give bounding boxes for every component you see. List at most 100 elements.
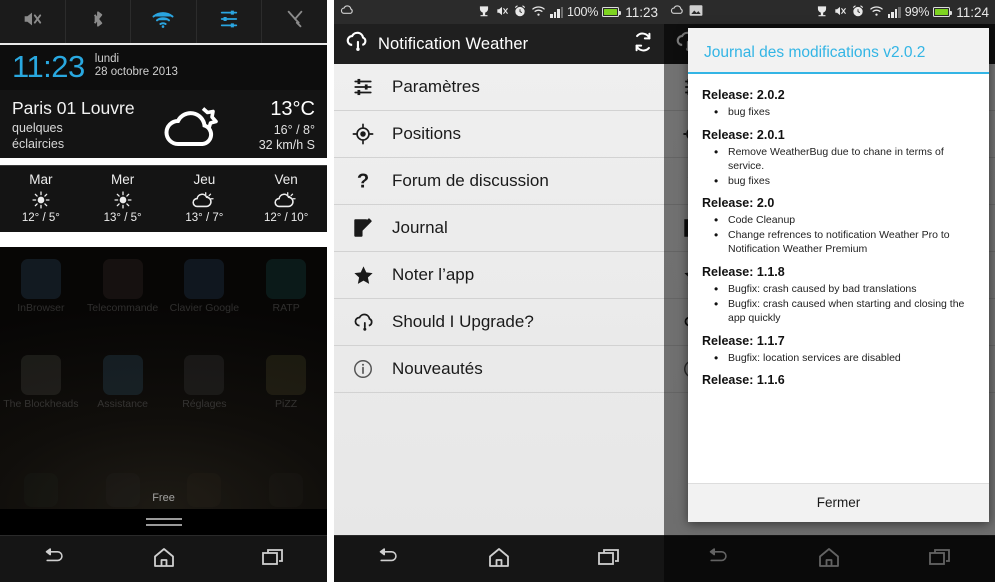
partly-cloudy-icon <box>159 98 231 150</box>
sun-icon <box>82 189 164 211</box>
release-heading: Release: 2.0 <box>702 196 775 211</box>
home-app-label: Réglages <box>182 398 227 410</box>
quick-toggle-wifi[interactable] <box>131 0 197 43</box>
recents-button[interactable] <box>218 547 327 572</box>
battery-icon <box>933 7 953 17</box>
app-glyph <box>102 259 143 299</box>
forecast-day: Mer 13° / 5° <box>82 172 164 224</box>
home-button[interactable] <box>444 546 554 573</box>
sound-mute-icon <box>495 4 509 21</box>
menu-item-label: Forum de discussion <box>392 171 549 190</box>
weather-wind: 32 km/h S <box>258 138 315 152</box>
forecast-day-name: Mar <box>29 172 53 188</box>
app-glyph <box>184 259 225 299</box>
cloud-drop-icon <box>350 311 376 334</box>
home-app-label: Clavier Google <box>169 302 240 314</box>
tools-icon <box>284 8 306 35</box>
release-items: Bugfix: location services are disabled <box>702 351 975 367</box>
wifi-icon <box>869 4 884 20</box>
location-target-icon <box>350 123 376 145</box>
forecast-day-name: Mer <box>111 172 135 188</box>
question-mark-icon: ? <box>350 170 376 192</box>
release-heading: Release: 1.1.7 <box>702 333 785 348</box>
navigation-bar <box>334 535 664 582</box>
back-button[interactable] <box>334 547 444 572</box>
forecast-day-temps: 13° / 7° <box>185 212 224 225</box>
status-clock: 11:23 <box>625 4 658 20</box>
status-system-icons: 100% 11:23 <box>477 4 658 21</box>
home-app-label: InBrowser <box>17 302 65 314</box>
drawer-handle-lines <box>145 518 182 526</box>
menu-item-label: Should I Upgrade? <box>392 312 534 331</box>
menu-item-forum[interactable]: ? Forum de discussion <box>334 158 664 205</box>
info-circle-icon <box>350 358 376 380</box>
forecast-day-temps: 13° / 5° <box>103 212 142 225</box>
alarm-clock-icon <box>513 4 527 21</box>
forecast-day-name: Jeu <box>193 172 216 188</box>
menu-item-rate-app[interactable]: Noter l’app <box>334 252 664 299</box>
home-app-icon[interactable]: Réglages <box>164 355 246 410</box>
home-app-icon[interactable]: The Blockheads <box>0 355 82 410</box>
home-app-icon[interactable]: Clavier Google <box>164 259 246 314</box>
weather-values: 13°C 16° / 8° 32 km/h S <box>231 98 315 152</box>
home-app-icon[interactable]: PiZZ <box>245 355 327 410</box>
app-bar: Notification Weather <box>334 24 664 64</box>
app-glyph <box>266 259 307 299</box>
home-app-icon[interactable]: Telecommande <box>82 259 164 314</box>
quick-toggle-bluetooth[interactable] <box>66 0 132 43</box>
changelog-content[interactable]: Release: 2.0.2 bug fixes Release: 2.0.1 … <box>688 74 989 483</box>
quick-toggle-settings-sliders[interactable] <box>197 0 263 43</box>
app-glyph <box>102 355 143 395</box>
release-item: bug fixes <box>714 105 975 121</box>
recents-icon <box>261 547 285 572</box>
main-menu-list: Paramètres Positions ? Forum de discussi… <box>334 64 664 535</box>
panel-app-menu: 100% 11:23 Notification Weather Paramètr… <box>334 0 664 582</box>
weather-location-block: Paris 01 Louvre quelques éclaircies <box>12 98 159 152</box>
menu-item-label: Positions <box>392 124 461 143</box>
home-app-row-2: The Blockheads Assistance Réglages PiZZ <box>0 355 327 410</box>
screenshot-image-icon <box>689 4 703 20</box>
menu-item-positions[interactable]: Positions <box>334 111 664 158</box>
recents-button[interactable] <box>554 547 664 572</box>
svg-text:?: ? <box>357 170 369 192</box>
menu-item-should-i-upgrade[interactable]: Should I Upgrade? <box>334 299 664 346</box>
home-button[interactable] <box>109 546 218 573</box>
close-button[interactable]: Fermer <box>817 495 861 510</box>
menu-item-label: Paramètres <box>392 77 480 96</box>
menu-item-nouveautes[interactable]: Nouveautés <box>334 346 664 393</box>
weather-notification-card[interactable]: Paris 01 Louvre quelques éclaircies 13°C… <box>0 90 327 159</box>
menu-item-journal[interactable]: Journal <box>334 205 664 252</box>
home-app-icon[interactable]: Assistance <box>82 355 164 410</box>
app-title: Notification Weather <box>378 34 529 53</box>
quick-settings-toggles <box>0 0 327 45</box>
release-items: bug fixes <box>702 105 975 121</box>
menu-item-parametres[interactable]: Paramètres <box>334 64 664 111</box>
home-app-label: RATP <box>272 302 300 314</box>
quick-toggle-tools[interactable] <box>262 0 327 43</box>
release-items: Code Cleanup Change refrences to notific… <box>702 213 975 257</box>
signal-bars-icon <box>550 6 564 18</box>
settings-sliders-icon <box>218 9 240 34</box>
home-app-label: Assistance <box>97 398 149 410</box>
screenshot-root: 11:23 lundi 28 octobre 2013 Paris 01 Lou… <box>0 0 1001 582</box>
app-drawer-handle[interactable] <box>0 509 327 535</box>
app-glyph <box>184 355 225 395</box>
home-icon <box>152 546 176 573</box>
release-items: Remove WeatherBug due to chane in terms … <box>702 145 975 189</box>
status-bar: 100% 11:23 <box>334 0 664 24</box>
quick-toggle-sound-mute[interactable] <box>0 0 66 43</box>
sun-cloud-icon <box>245 189 327 211</box>
clock-fulldate: 28 octobre 2013 <box>94 66 178 79</box>
back-button[interactable] <box>0 547 109 572</box>
dialog-footer: Fermer <box>688 483 989 522</box>
clock-time: 11:23 <box>12 49 85 84</box>
battery-icon <box>602 7 622 17</box>
refresh-icon[interactable] <box>632 31 654 58</box>
clock-weekday: lundi <box>94 52 120 65</box>
weather-description-1: quelques <box>12 121 63 136</box>
cloud-drop-icon <box>340 4 354 21</box>
weather-high-low: 16° / 8° <box>273 123 315 137</box>
battery-percent: 99% <box>904 5 930 19</box>
home-app-icon[interactable]: RATP <box>245 259 327 314</box>
home-app-icon[interactable]: InBrowser <box>0 259 82 314</box>
